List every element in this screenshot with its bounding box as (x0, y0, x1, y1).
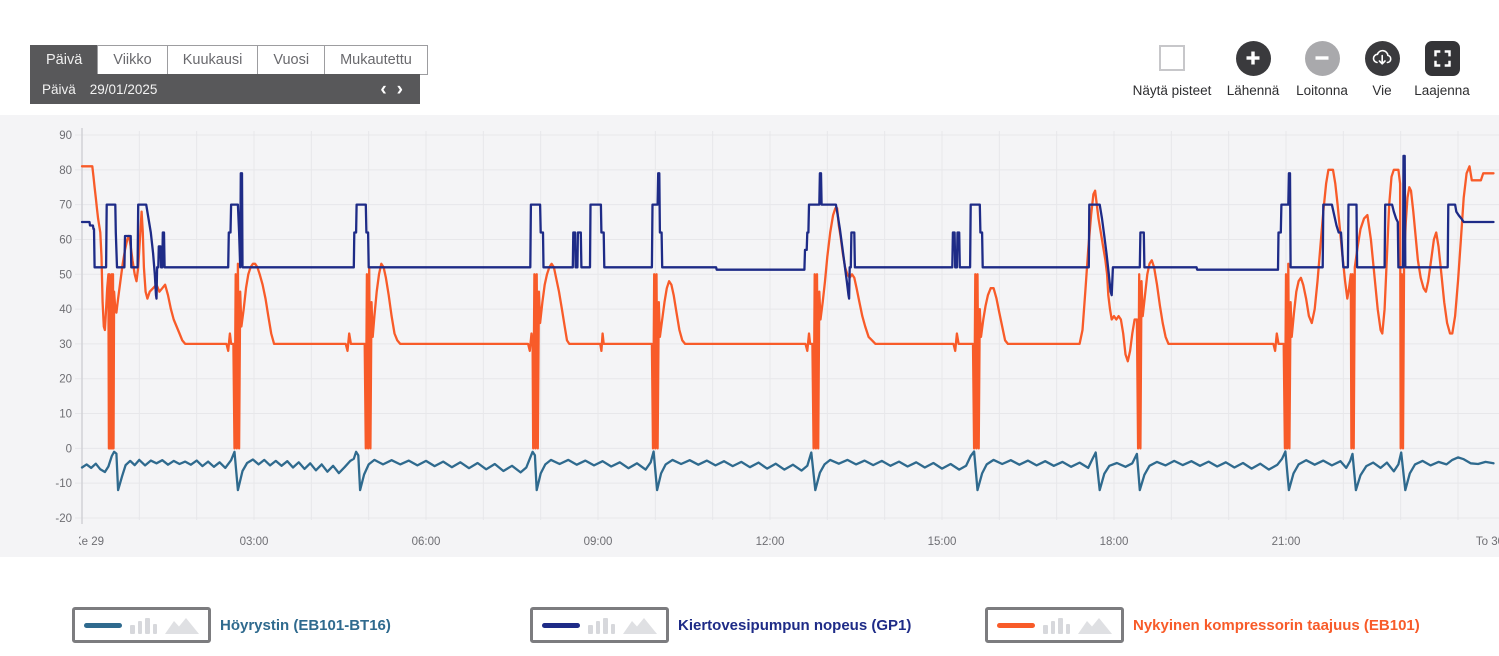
show-points-label: Näytä pisteet (1133, 83, 1212, 98)
svg-text:03:00: 03:00 (240, 536, 269, 548)
zoom-in-button[interactable] (1236, 41, 1271, 76)
legend-area-option[interactable] (1078, 617, 1112, 634)
legend-line-option[interactable] (84, 623, 122, 628)
legend-item-pump-speed[interactable]: Kiertovesipumpun nopeus (GP1) (530, 607, 911, 643)
svg-text:50: 50 (59, 269, 72, 281)
svg-text:0: 0 (66, 443, 72, 455)
date-value[interactable]: 29/01/2025 (90, 82, 158, 97)
cloud-download-icon (1370, 46, 1394, 70)
legend-area-option[interactable] (165, 617, 199, 634)
date-navigation-bar: Päivä 29/01/2025 ‹ › (30, 74, 420, 104)
expand-control: Laajenna (1406, 38, 1478, 98)
zoom-out-label: Loitonna (1296, 83, 1348, 98)
legend-bars-option[interactable] (1043, 617, 1070, 634)
time-range-tabs: Päivä Viikko Kuukausi Vuosi Mukautettu (30, 45, 428, 75)
fullscreen-icon (1432, 48, 1453, 69)
export-label: Vie (1372, 83, 1391, 98)
svg-text:18:00: 18:00 (1100, 536, 1129, 548)
chart-canvas[interactable]: 9080706050403020100-10-20Ke 2903:0006:00… (0, 115, 1499, 557)
tab-paiva[interactable]: Päivä (30, 45, 98, 75)
date-mode-label: Päivä (42, 82, 76, 97)
svg-text:90: 90 (59, 130, 72, 142)
svg-text:-20: -20 (55, 513, 72, 525)
svg-text:10: 10 (59, 409, 72, 421)
minus-icon (1313, 49, 1331, 67)
svg-text:21:00: 21:00 (1272, 536, 1301, 548)
svg-text:80: 80 (59, 165, 72, 177)
legend-area-option[interactable] (623, 617, 657, 634)
legend-bars-option[interactable] (588, 617, 615, 634)
legend-label: Höyrystin (EB101-BT16) (220, 617, 391, 634)
expand-button[interactable] (1425, 41, 1460, 76)
app-root: { "toolbar": { "tabs": [ {"label": "Päiv… (0, 0, 1499, 656)
svg-text:70: 70 (59, 200, 72, 212)
tab-mukautettu[interactable]: Mukautettu (324, 45, 428, 75)
legend-item-compressor-frequency[interactable]: Nykyinen kompressorin taajuus (EB101) (985, 607, 1420, 643)
svg-text:-10: -10 (55, 478, 72, 490)
svg-text:60: 60 (59, 234, 72, 246)
tab-kuukausi[interactable]: Kuukausi (167, 45, 259, 75)
chart-type-selector (530, 607, 669, 643)
svg-text:30: 30 (59, 339, 72, 351)
svg-text:09:00: 09:00 (584, 536, 613, 548)
legend-line-option[interactable] (997, 623, 1035, 628)
tab-viikko[interactable]: Viikko (97, 45, 167, 75)
svg-text:12:00: 12:00 (756, 536, 785, 548)
show-points-checkbox[interactable] (1159, 45, 1185, 71)
export-button[interactable] (1365, 41, 1400, 76)
svg-text:06:00: 06:00 (412, 536, 441, 548)
show-points-control: Näytä pisteet (1126, 38, 1218, 98)
svg-text:To 30: To 30 (1476, 536, 1499, 548)
svg-text:40: 40 (59, 304, 72, 316)
legend-item-evaporator[interactable]: Höyrystin (EB101-BT16) (72, 607, 391, 643)
legend-label: Nykyinen kompressorin taajuus (EB101) (1133, 617, 1420, 634)
zoom-in-label: Lähennä (1227, 83, 1280, 98)
previous-day-button[interactable]: ‹ (375, 80, 391, 99)
chart-panel: 9080706050403020100-10-20Ke 2903:0006:00… (0, 115, 1499, 557)
zoom-out-button[interactable] (1305, 41, 1340, 76)
legend-label: Kiertovesipumpun nopeus (GP1) (678, 617, 911, 634)
next-day-button[interactable]: › (392, 80, 408, 99)
plus-icon (1244, 49, 1262, 67)
zoom-out-control: Loitonna (1288, 38, 1356, 98)
svg-text:20: 20 (59, 374, 72, 386)
chart-type-selector (72, 607, 211, 643)
legend-line-option[interactable] (542, 623, 580, 628)
chart-type-selector (985, 607, 1124, 643)
expand-label: Laajenna (1414, 83, 1470, 98)
zoom-in-control: Lähennä (1219, 38, 1287, 98)
export-control: Vie (1352, 38, 1412, 98)
tab-vuosi[interactable]: Vuosi (257, 45, 325, 75)
legend-bars-option[interactable] (130, 617, 157, 634)
svg-text:15:00: 15:00 (928, 536, 957, 548)
